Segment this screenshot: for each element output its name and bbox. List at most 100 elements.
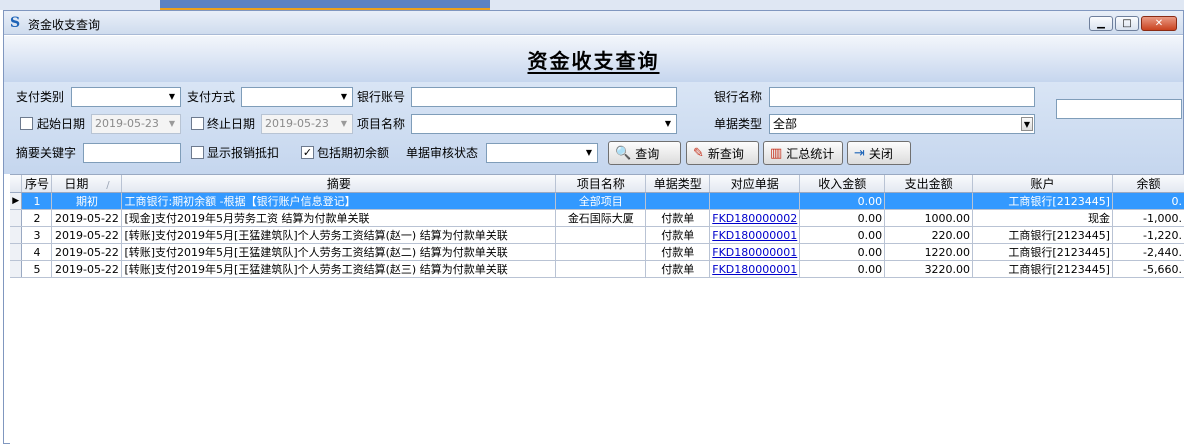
pay-category-select[interactable]: ▼ — [71, 87, 181, 107]
audit-status-label: 单据审核状态 — [406, 146, 479, 160]
maximize-button[interactable]: □ — [1115, 16, 1139, 31]
close-button-label: 关闭 — [868, 146, 893, 161]
column-header[interactable]: 项目名称 — [555, 175, 647, 193]
cell-seq: 1 — [21, 192, 53, 210]
cell-account: 工商银行[2123445] — [972, 243, 1113, 261]
table-row[interactable]: 4 2019-05-22 [转账]支付2019年5月[王猛建筑队]个人劳务工资结… — [10, 243, 1184, 261]
query-button[interactable]: 🔍 查询 — [608, 141, 681, 165]
cell-summary: 工商银行:期初余额 -根据【银行账户信息登记】 — [121, 192, 557, 210]
start-date-label: 起始日期 — [37, 117, 86, 131]
table-row[interactable]: ▶ 1 期初 工商银行:期初余额 -根据【银行账户信息登记】 全部项目 0.00… — [10, 192, 1184, 210]
parent-banner — [160, 0, 490, 10]
keyword-input[interactable] — [83, 143, 181, 163]
cell-balance: -1,000. — [1112, 209, 1184, 227]
cell-seq: 4 — [21, 243, 53, 261]
search-icon: 🔍 — [615, 145, 632, 161]
column-header[interactable]: 单据类型 — [645, 175, 711, 193]
column-header[interactable]: 对应单据 — [709, 175, 801, 193]
row-indicator — [10, 209, 23, 227]
cell-date: 2019-05-22 — [51, 226, 123, 244]
doc-link[interactable]: FKD180000001 — [712, 246, 797, 259]
cell-project — [555, 243, 647, 261]
cell-doc: FKD180000001 — [709, 260, 801, 278]
cell-summary: [转账]支付2019年5月[王猛建筑队]个人劳务工资结算(赵二) 结算为付款单关… — [121, 243, 557, 261]
header-banner: 资金收支查询 — [4, 36, 1183, 82]
results-grid[interactable]: 序号 日期 / 摘要 项目名称 单据类型 对应单据 收入金额 支出金额 账户 余… — [10, 174, 1184, 444]
table-row[interactable]: 5 2019-05-22 [转账]支付2019年5月[王猛建筑队]个人劳务工资结… — [10, 260, 1184, 278]
cell-balance: 0. — [1112, 192, 1184, 210]
pay-category-label: 支付类别 — [16, 90, 65, 104]
bank-name-input[interactable] — [769, 87, 1035, 107]
cell-doc-type: 付款单 — [645, 209, 711, 227]
show-offset-checkbox[interactable] — [191, 146, 204, 159]
extra-input[interactable] — [1056, 99, 1182, 119]
cell-doc-type: 付款单 — [645, 243, 711, 261]
column-header-date-label: 日期 — [64, 177, 89, 191]
cell-expense: 1220.00 — [884, 243, 974, 261]
end-date-checkbox[interactable] — [191, 117, 204, 130]
chevron-down-icon: ▼ — [168, 92, 176, 101]
filter-panel: 支付类别 ▼ 支付方式 ▼ 银行账号 银行名称 起始日期 2019-05-23 … — [4, 82, 1183, 174]
row-pointer-icon: ▶ — [10, 192, 23, 210]
close-button[interactable]: ⇥ 关闭 — [847, 141, 911, 165]
cell-project: 金石国际大厦 — [555, 209, 647, 227]
cell-income: 0.00 — [799, 243, 886, 261]
project-label: 项目名称 — [357, 117, 406, 131]
doc-link[interactable]: FKD180000001 — [712, 263, 797, 276]
row-indicator — [10, 260, 23, 278]
include-opening-checkbox[interactable]: ✓ — [301, 146, 314, 159]
row-indicator — [10, 226, 23, 244]
column-header[interactable]: 序号 — [21, 175, 53, 193]
start-date-picker[interactable]: 2019-05-23 ▼ — [91, 114, 181, 134]
column-header[interactable]: 账户 — [972, 175, 1113, 193]
window-controls: ▁ □ ✕ — [1089, 16, 1177, 31]
table-row[interactable]: 2 2019-05-22 [现金]支付2019年5月劳务工资 结算为付款单关联 … — [10, 209, 1184, 227]
cell-seq: 5 — [21, 260, 53, 278]
bank-account-input[interactable] — [411, 87, 677, 107]
doc-type-value: 全部 — [773, 117, 798, 131]
chevron-down-icon: ▼ — [664, 119, 672, 128]
cell-income: 0.00 — [799, 260, 886, 278]
doc-type-label: 单据类型 — [714, 117, 763, 131]
audit-status-select[interactable]: ▼ — [486, 143, 598, 163]
cell-account: 现金 — [972, 209, 1113, 227]
summary-button[interactable]: ▥ 汇总统计 — [763, 141, 843, 165]
cell-summary: [现金]支付2019年5月劳务工资 结算为付款单关联 — [121, 209, 557, 227]
results-table: 序号 日期 / 摘要 项目名称 单据类型 对应单据 收入金额 支出金额 账户 余… — [10, 175, 1184, 278]
end-date-picker[interactable]: 2019-05-23 ▼ — [261, 114, 353, 134]
check-mark-icon: ✓ — [302, 146, 313, 159]
minimize-button[interactable]: ▁ — [1089, 16, 1113, 31]
cell-income: 0.00 — [799, 209, 886, 227]
cell-account: 工商银行[2123445] — [972, 226, 1113, 244]
new-query-button[interactable]: ✎ 新查询 — [686, 141, 759, 165]
end-date-value: 2019-05-23 — [265, 117, 329, 130]
start-date-checkbox[interactable] — [20, 117, 33, 130]
cell-balance: -2,440. — [1112, 243, 1184, 261]
chevron-down-icon: ▼ — [1021, 117, 1033, 131]
column-header-date[interactable]: 日期 / — [51, 175, 123, 193]
pay-method-select[interactable]: ▼ — [241, 87, 353, 107]
cell-expense — [884, 192, 974, 210]
project-select[interactable]: ▼ — [411, 114, 677, 134]
cell-expense: 3220.00 — [884, 260, 974, 278]
cell-summary: [转账]支付2019年5月[王猛建筑队]个人劳务工资结算(赵一) 结算为付款单关… — [121, 226, 557, 244]
cell-expense: 1000.00 — [884, 209, 974, 227]
column-header[interactable]: 支出金额 — [884, 175, 974, 193]
new-query-button-label: 新查询 — [707, 146, 744, 161]
column-header[interactable]: 收入金额 — [799, 175, 886, 193]
window-title: 资金收支查询 — [28, 18, 101, 32]
doc-type-select[interactable]: 全部 ▼ — [769, 114, 1035, 134]
close-window-button[interactable]: ✕ — [1141, 16, 1177, 31]
bank-name-label: 银行名称 — [714, 90, 763, 104]
chevron-down-icon: ▼ — [168, 119, 176, 128]
cell-project: 全部项目 — [555, 192, 647, 210]
sort-icon: / — [106, 180, 110, 191]
title-bar[interactable]: S 资金收支查询 ▁ □ ✕ — [4, 11, 1183, 35]
cell-expense: 220.00 — [884, 226, 974, 244]
doc-link[interactable]: FKD180000001 — [712, 229, 797, 242]
doc-link[interactable]: FKD180000002 — [712, 212, 797, 225]
table-row[interactable]: 3 2019-05-22 [转账]支付2019年5月[王猛建筑队]个人劳务工资结… — [10, 226, 1184, 244]
app-icon: S — [10, 15, 21, 31]
column-header[interactable]: 摘要 — [121, 175, 557, 193]
column-header[interactable]: 余额 — [1112, 175, 1184, 193]
